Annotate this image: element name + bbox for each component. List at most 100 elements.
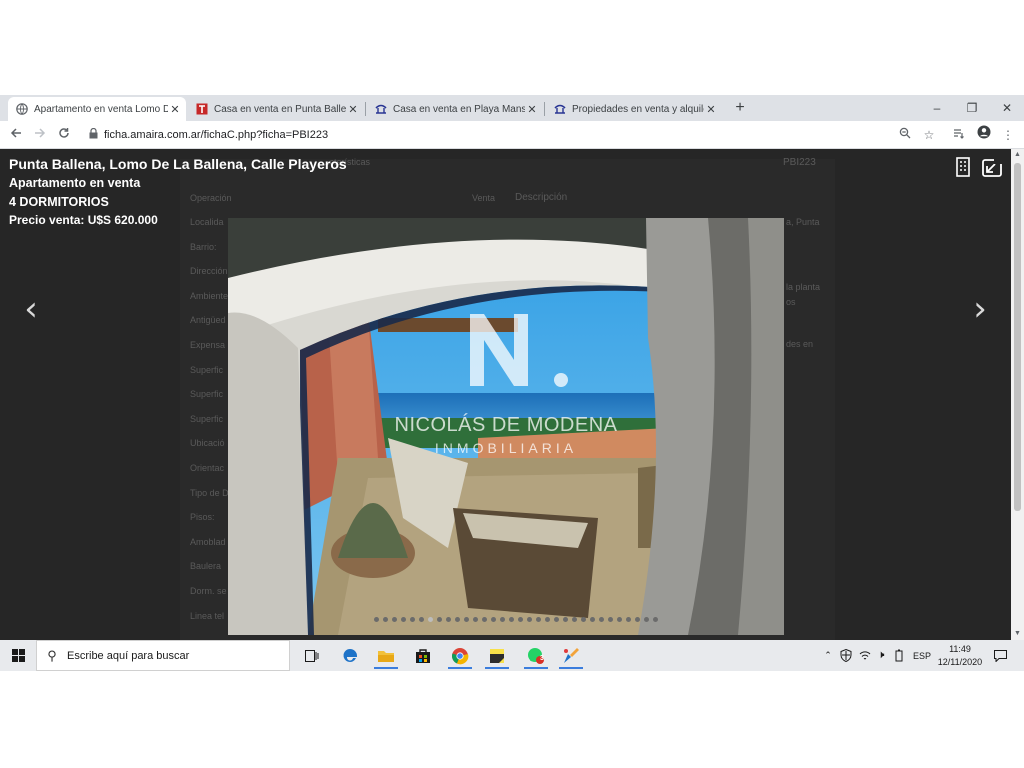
chrome-button[interactable] <box>444 642 476 669</box>
slide-dot[interactable] <box>509 617 514 622</box>
tray-overflow-icon[interactable]: ⌃ <box>822 640 834 671</box>
slide-dot[interactable] <box>608 617 613 622</box>
bg-field-label: Ubicació <box>190 438 225 449</box>
slide-dot[interactable] <box>428 617 433 622</box>
address-bar[interactable]: ficha.amaira.com.ar/fichaC.php?ficha=PBI… <box>82 124 944 146</box>
slide-dot[interactable] <box>410 617 415 622</box>
slide-dot[interactable] <box>653 617 658 622</box>
bg-field-label: Ambiente <box>190 290 229 301</box>
file-explorer-button[interactable] <box>370 642 402 669</box>
scroll-thumb[interactable] <box>1014 163 1021 511</box>
language-indicator[interactable]: ESP <box>910 640 934 671</box>
slide-dot[interactable] <box>437 617 442 622</box>
slide-dot[interactable] <box>401 617 406 622</box>
notifications-icon[interactable] <box>990 640 1010 671</box>
profile-avatar-icon[interactable] <box>974 125 994 145</box>
bg-field-label: Amoblad <box>190 536 226 547</box>
slide-dot[interactable] <box>536 617 541 622</box>
tab-propiedades[interactable]: Propiedades en venta y alquiler ✕ <box>546 97 722 121</box>
slide-dot[interactable] <box>446 617 451 622</box>
slide-dot[interactable] <box>482 617 487 622</box>
next-photo-button[interactable]: › <box>967 289 993 329</box>
tab-casa-playa-mansa[interactable]: Casa en venta en Playa Mansa, P ✕ <box>367 97 543 121</box>
minimize-button[interactable]: – <box>920 97 954 119</box>
tab-apartamento[interactable]: Apartamento en venta Lomo De ✕ <box>8 97 186 121</box>
bg-field-label: Baulera <box>190 561 222 572</box>
slide-dot[interactable] <box>455 617 460 622</box>
bg-field-label: Tipo de D <box>190 487 229 498</box>
tab-title: Propiedades en venta y alquiler <box>572 103 704 115</box>
exit-fullscreen-icon[interactable] <box>980 157 1004 179</box>
slide-dot[interactable] <box>545 617 550 622</box>
zoom-icon[interactable] <box>895 125 915 145</box>
search-placeholder: Escribe aquí para buscar <box>67 649 190 662</box>
folder-icon <box>378 650 394 662</box>
paint-button[interactable] <box>555 642 587 669</box>
edge-button[interactable] <box>334 642 366 669</box>
scroll-up-icon[interactable]: ▲ <box>1011 149 1024 161</box>
previous-photo-button[interactable]: ‹ <box>18 289 44 329</box>
forward-button[interactable] <box>30 125 50 145</box>
bg-field-label: Dirección <box>190 266 228 277</box>
slide-dot[interactable] <box>374 617 379 622</box>
bg-field-label: Barrio: <box>190 241 217 252</box>
tab-close-icon[interactable]: ✕ <box>704 103 718 116</box>
slide-dot[interactable] <box>473 617 478 622</box>
slide-dot[interactable] <box>392 617 397 622</box>
tab-close-icon[interactable]: ✕ <box>346 103 360 116</box>
bookmark-star-icon[interactable]: ☆ <box>919 125 939 145</box>
slide-dot[interactable] <box>572 617 577 622</box>
slide-dot[interactable] <box>581 617 586 622</box>
store-button[interactable] <box>407 642 439 669</box>
slide-dot[interactable] <box>563 617 568 622</box>
tab-close-icon[interactable]: ✕ <box>168 103 182 116</box>
bg-field-label: Superfic <box>190 364 224 375</box>
menu-kebab-icon[interactable]: ⋮ <box>998 125 1018 145</box>
bg-field-label: Orientac <box>190 463 225 473</box>
slide-dot[interactable] <box>500 617 505 622</box>
windows-taskbar: ⚲ Escribe aquí para buscar 3 ⌃ 🕨 ESP 11:… <box>0 640 1024 671</box>
sticky-notes-button[interactable] <box>481 642 513 669</box>
scroll-down-icon[interactable]: ▼ <box>1011 628 1024 640</box>
clock[interactable]: 11:49 12/11/2020 <box>934 643 986 669</box>
tab-casa-punta-ballena[interactable]: Casa en venta en Punta Ballena s ✕ <box>188 97 364 121</box>
edge-icon <box>343 648 357 662</box>
slide-dot[interactable] <box>518 617 523 622</box>
close-window-button[interactable]: ✕ <box>990 97 1024 119</box>
slide-dot[interactable] <box>491 617 496 622</box>
reading-list-icon[interactable] <box>949 125 969 145</box>
start-button[interactable] <box>0 640 36 671</box>
search-icon: ⚲ <box>47 647 57 663</box>
slide-dot[interactable] <box>554 617 559 622</box>
bg-field-label: Superfic <box>190 389 224 400</box>
task-view-button[interactable] <box>296 642 328 669</box>
volume-icon[interactable]: 🕨 <box>874 640 888 671</box>
slide-dot[interactable] <box>617 617 622 622</box>
slide-dot[interactable] <box>590 617 595 622</box>
whatsapp-button[interactable]: 3 <box>520 642 552 669</box>
vertical-scrollbar[interactable]: ▲ ▼ <box>1011 149 1024 640</box>
slide-dot[interactable] <box>635 617 640 622</box>
slide-dot[interactable] <box>464 617 469 622</box>
wifi-icon[interactable] <box>858 640 872 671</box>
battery-icon[interactable] <box>893 640 905 671</box>
bg-field-label: Pisos: <box>190 512 215 523</box>
tab-close-icon[interactable]: ✕ <box>525 103 539 116</box>
slide-dot[interactable] <box>626 617 631 622</box>
restore-button[interactable]: ❐ <box>955 97 989 119</box>
back-arrow-icon <box>10 128 21 138</box>
slide-dot[interactable] <box>599 617 604 622</box>
taskbar-search[interactable]: ⚲ Escribe aquí para buscar <box>36 640 290 671</box>
slide-dot[interactable] <box>644 617 649 622</box>
paint-icon <box>564 647 579 663</box>
watermark-name: NICOLÁS DE MODENA <box>394 414 618 436</box>
slide-dot[interactable] <box>419 617 424 622</box>
defender-shield-icon[interactable] <box>838 640 854 671</box>
building-icon[interactable] <box>954 157 974 179</box>
reload-button[interactable] <box>54 125 74 145</box>
new-tab-button[interactable]: + <box>730 98 750 118</box>
back-button[interactable] <box>6 125 26 145</box>
bg-desc-snippet: os <box>786 297 796 307</box>
slide-dot[interactable] <box>383 617 388 622</box>
slide-dot[interactable] <box>527 617 532 622</box>
